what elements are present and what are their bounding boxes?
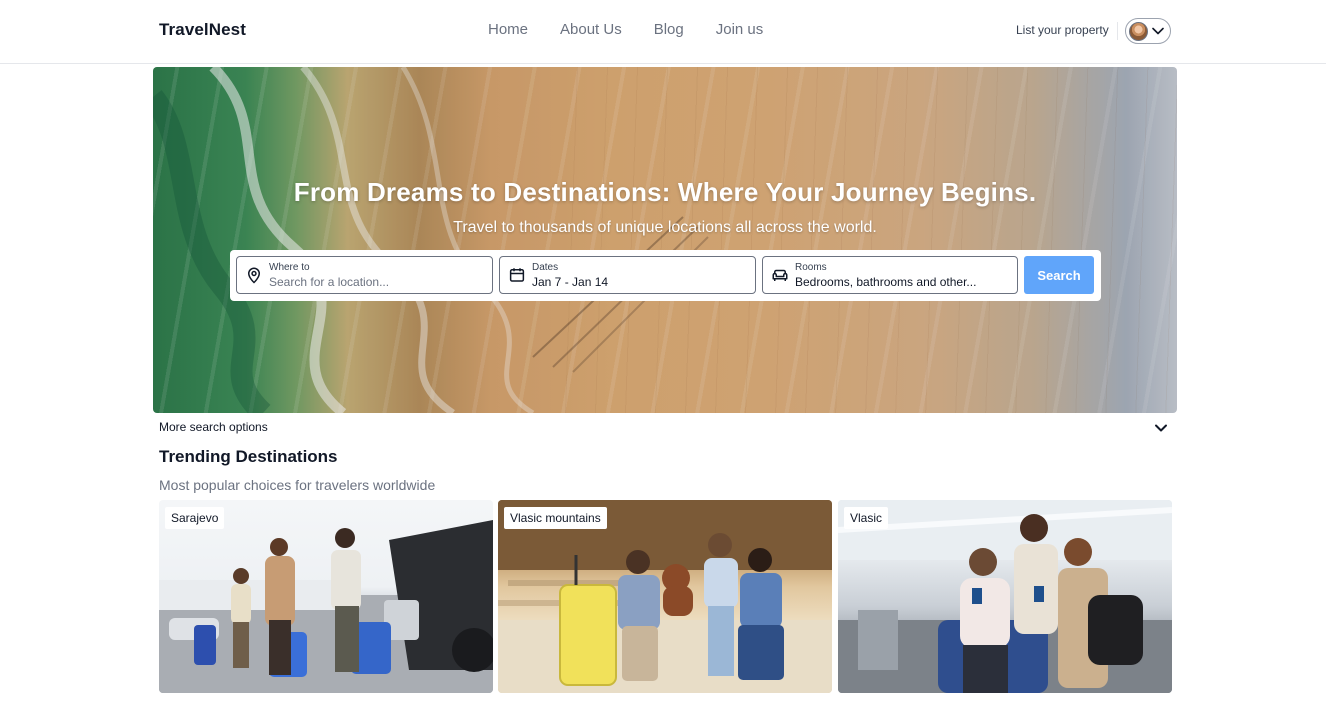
trending-subtitle: Most popular choices for travelers world… [159,477,436,493]
list-property-link[interactable]: List your property [1016,23,1109,37]
rooms-value[interactable]: Bedrooms, bathrooms and other... [795,275,976,289]
sofa-icon [772,269,788,281]
search-button[interactable]: Search [1024,256,1094,294]
destination-label: Sarajevo [165,507,225,529]
dates-label: Dates [532,262,559,273]
hero-overlay [153,67,1177,413]
rooms-field[interactable]: Rooms Bedrooms, bathrooms and other... [762,256,1018,294]
map-pin-icon [247,267,261,284]
header-divider [1117,22,1118,40]
logo[interactable]: TravelNest [159,20,246,40]
nav-about-us[interactable]: About Us [560,21,622,38]
hero-title: From Dreams to Destinations: Where Your … [293,177,1037,207]
search-bar: Where to Search for a location... Dates … [230,250,1101,301]
nav-blog[interactable]: Blog [654,21,684,38]
nav-join-us[interactable]: Join us [716,21,764,38]
avatar [1129,21,1148,41]
destination-card[interactable]: Vlasic [838,500,1172,693]
dates-field[interactable]: Dates Jan 7 - Jan 14 [499,256,756,294]
nav-home[interactable]: Home [488,21,528,38]
where-to-input[interactable]: Search for a location... [269,275,389,289]
destination-card[interactable]: Sarajevo [159,500,493,693]
dates-value[interactable]: Jan 7 - Jan 14 [532,275,608,289]
where-to-label: Where to [269,262,310,273]
hero-banner: From Dreams to Destinations: Where Your … [153,67,1177,413]
hero-subtitle: Travel to thousands of unique locations … [453,219,877,236]
user-menu-button[interactable] [1125,18,1171,44]
main-nav: Home About Us Blog Join us [488,21,763,38]
calendar-icon [509,268,525,282]
chevron-down-icon [1152,27,1164,35]
destination-card[interactable]: Vlasic mountains [498,500,832,693]
chevron-down-icon[interactable] [1153,421,1169,435]
top-header: TravelNest Home About Us Blog Join us Li… [0,0,1326,64]
destination-photo [838,500,1172,693]
destination-label: Vlasic [844,507,889,529]
rooms-label: Rooms [795,262,827,273]
trending-title: Trending Destinations [159,447,338,466]
destination-label: Vlasic mountains [504,507,607,529]
more-search-options[interactable]: More search options [159,420,268,434]
where-to-field[interactable]: Where to Search for a location... [236,256,493,294]
